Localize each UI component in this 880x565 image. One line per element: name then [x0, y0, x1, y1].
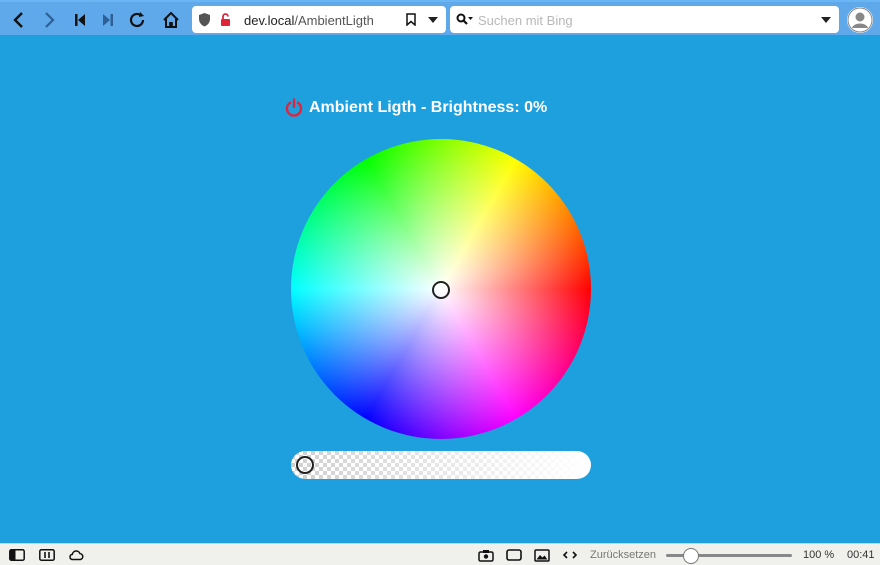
fast-forward-button[interactable]	[96, 8, 120, 32]
window-button[interactable]	[506, 548, 522, 562]
user-avatar-icon	[847, 7, 873, 33]
chevron-right-icon	[45, 12, 55, 28]
bookmark-icon[interactable]	[406, 13, 416, 26]
search-bar[interactable]: Suchen mit Bing	[450, 6, 839, 33]
dropdown-arrow-icon[interactable]	[821, 17, 831, 23]
camera-icon	[478, 549, 494, 562]
header: Ambient Ligth - Brightness: 0%	[284, 96, 547, 120]
browser-toolbar: dev.local/AmbientLigth Suchen mit Bing	[0, 0, 880, 35]
skip-forward-icon	[103, 14, 113, 26]
home-icon	[163, 11, 179, 28]
reload-button[interactable]	[125, 8, 149, 32]
brightness-slider[interactable]	[291, 451, 591, 479]
sidebar-panel-icon	[9, 549, 25, 561]
address-bar[interactable]: dev.local/AmbientLigth	[192, 6, 446, 33]
images-button[interactable]	[534, 548, 550, 562]
tile-tabs-icon	[39, 549, 55, 561]
profile-button[interactable]	[847, 7, 873, 33]
url-path: /AmbientLigth	[294, 13, 374, 28]
chevron-left-icon	[13, 12, 23, 28]
search-engine-icon[interactable]	[456, 13, 474, 26]
window-icon	[506, 549, 522, 561]
rewind-button[interactable]	[68, 8, 92, 32]
cloud-icon	[69, 550, 84, 561]
image-icon	[534, 548, 550, 562]
zoom-reset-button[interactable]: Zurücksetzen	[590, 549, 656, 561]
dropdown-arrow-icon[interactable]	[428, 17, 438, 23]
status-bar: Zurücksetzen 100 % 00:41	[0, 543, 880, 565]
skip-back-icon	[75, 14, 85, 26]
shield-icon	[199, 13, 210, 27]
url-text[interactable]: dev.local/AmbientLigth	[244, 13, 374, 28]
power-icon[interactable]	[284, 98, 304, 118]
search-placeholder[interactable]: Suchen mit Bing	[478, 13, 573, 28]
reload-icon	[129, 12, 145, 28]
tab-tiling-button[interactable]	[39, 548, 55, 562]
brightness-slider-handle[interactable]	[296, 456, 314, 474]
developer-tools-button[interactable]	[562, 548, 578, 562]
sync-button[interactable]	[68, 548, 84, 562]
clock: 00:41	[847, 549, 875, 561]
unlocked-padlock-icon	[221, 13, 230, 26]
screenshot-button[interactable]	[478, 548, 494, 562]
zoom-slider-handle[interactable]	[683, 548, 699, 564]
home-button[interactable]	[159, 8, 183, 32]
zoom-level: 100 %	[803, 549, 835, 561]
forward-button[interactable]	[38, 8, 62, 32]
url-host: dev.local	[244, 13, 295, 28]
code-icon	[562, 551, 578, 559]
color-wheel-handle[interactable]	[432, 281, 450, 299]
page-title: Ambient Ligth - Brightness: 0%	[309, 99, 548, 116]
panel-toggle-button[interactable]	[9, 548, 25, 562]
back-button[interactable]	[6, 8, 30, 32]
